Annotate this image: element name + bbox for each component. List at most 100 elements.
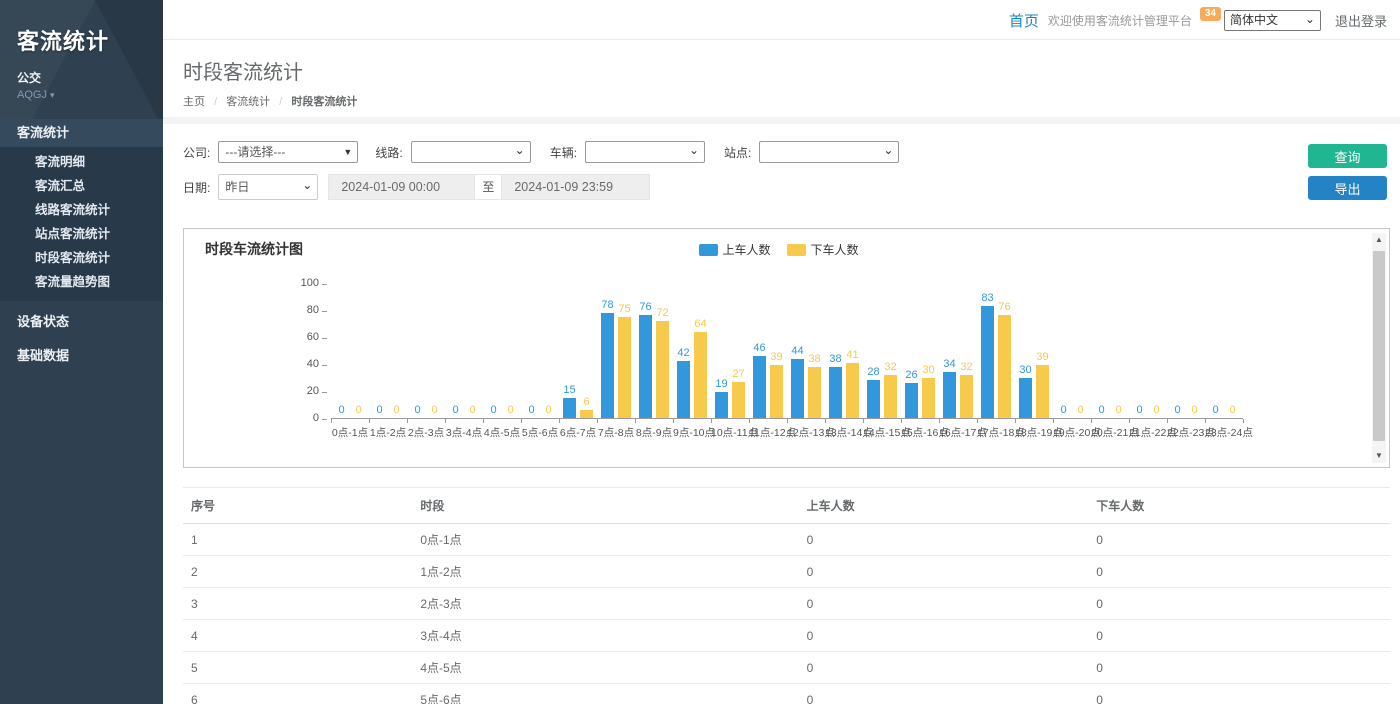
table-row: 21点-2点00 [183,556,1390,588]
home-link[interactable]: 首页 [1009,10,1039,31]
sidebar-section-passenger-stats[interactable]: 客流统计 [0,119,163,147]
date-preset-select[interactable]: 昨日 [218,174,318,200]
date-label: 日期: [183,179,210,196]
y-axis-tick-mark [322,365,327,366]
bar-wrap: 0 [352,284,365,418]
bar-value-label: 38 [808,353,820,365]
bar-value-label: 19 [715,378,727,390]
y-axis-tick-label: 0 [291,412,319,424]
sidebar-item-device-status[interactable]: 设备状态 [0,309,163,335]
y-axis-tick-label: 60 [291,331,319,343]
org-name: 公交 [17,69,146,86]
chart-category-15: 263015点-16点 [901,284,939,418]
line-select[interactable] [411,141,531,163]
station-select[interactable] [759,141,899,163]
sidebar-subitem-3[interactable]: 站点客流统计 [0,222,163,246]
chart-category-17: 837617点-18点 [977,284,1015,418]
logout-link[interactable]: 退出登录 [1335,11,1387,30]
x-axis-category-label: 6点-7点 [559,425,597,440]
bar-group: 44 38 [787,284,825,418]
app-title: 客流统计 [17,24,146,56]
bar [960,375,973,418]
scroll-down-arrow-icon[interactable]: ▼ [1372,449,1386,463]
bar-value-label: 0 [1174,404,1180,416]
bar-value-label: 0 [355,404,361,416]
y-axis-tick-label: 100 [291,277,319,289]
bar [981,306,994,418]
bar-wrap: 32 [960,284,973,418]
scrollbar-thumb[interactable] [1373,251,1385,441]
chart-scrollbar[interactable]: ▲ ▼ [1372,233,1386,463]
x-axis-category-label: 4点-5点 [483,425,521,440]
vehicle-label: 车辆: [550,144,577,161]
bar-wrap: 39 [770,284,783,418]
bar-value-label: 38 [829,353,841,365]
sidebar-subitem-4[interactable]: 时段客流统计 [0,246,163,270]
table-cell: 0 [799,652,1089,684]
bar-value-label: 30 [922,364,934,376]
chart-category-10: 192710点-11点 [711,284,749,418]
bar [791,359,804,418]
bar-group: 00 [1129,284,1167,418]
chart-category-1: 001点-2点 [369,284,407,418]
date-to-input[interactable] [501,174,650,200]
bar-group: 00 [445,284,483,418]
action-buttons: 查询 导出 [1308,144,1387,200]
table-row: 54点-5点00 [183,652,1390,684]
company-select[interactable]: ---请选择--- [218,141,358,163]
bar-wrap: 0 [1095,284,1108,418]
bar-wrap: 0 [1188,284,1201,418]
date-from-input[interactable] [328,174,475,200]
query-button[interactable]: 查询 [1308,144,1387,168]
sidebar-subitem-2[interactable]: 线路客流统计 [0,198,163,222]
scroll-up-arrow-icon[interactable]: ▲ [1372,233,1386,247]
bar-value-label: 32 [884,361,896,373]
bar-wrap: 76 [998,284,1011,418]
breadcrumb-passenger-stats[interactable]: 客流统计 [226,96,270,108]
export-button[interactable]: 导出 [1308,176,1387,200]
chevron-down-icon: ▾ [50,90,55,100]
bar-group: 76 72 [635,284,673,418]
table-cell: 6 [183,684,412,704]
vehicle-select-wrap [585,141,705,163]
notification-badge[interactable]: 34 [1200,7,1221,21]
heading-divider [163,117,1400,124]
language-select-wrap: 简体中文 [1224,10,1321,31]
vehicle-select[interactable] [585,141,705,163]
sidebar-subitem-0[interactable]: 客流明细 [0,150,163,174]
breadcrumb-separator: / [279,96,282,108]
bar-wrap: 76 [639,284,652,418]
station-select-wrap [759,141,899,163]
table-row: 65点-6点00 [183,684,1390,704]
x-axis-category-label: 10点-11点 [711,425,749,440]
sidebar-subitem-5[interactable]: 客流量趋势图 [0,270,163,294]
sidebar-subitem-1[interactable]: 客流汇总 [0,174,163,198]
bar-value-label: 42 [677,347,689,359]
bar-value-label: 76 [639,301,651,313]
legend-item-1[interactable]: 下车人数 [787,241,859,258]
sidebar-item-base-data[interactable]: 基础数据 [0,343,163,369]
language-select[interactable]: 简体中文 [1224,10,1321,31]
bar [732,382,745,418]
breadcrumb-current: 时段客流统计 [291,96,357,108]
table-cell: 1 [183,524,412,556]
chart-category-20: 0020点-21点 [1091,284,1129,418]
bar-wrap: 75 [618,284,631,418]
bar-wrap: 0 [1150,284,1163,418]
bar-wrap: 46 [753,284,766,418]
bar [753,356,766,418]
bar-value-label: 6 [583,396,589,408]
bar-wrap: 27 [732,284,745,418]
chart-category-9: 42649点-10点 [673,284,711,418]
bar-wrap: 44 [791,284,804,418]
chart-category-3: 003点-4点 [445,284,483,418]
x-axis-category-label: 15点-16点 [901,425,939,440]
sidebar-nav: 客流统计 客流明细客流汇总线路客流统计站点客流统计时段客流统计客流量趋势图 设备… [0,119,163,369]
table-cell: 0 [1088,684,1390,704]
breadcrumb-home[interactable]: 主页 [183,96,205,108]
bar-value-label: 72 [656,307,668,319]
org-selector[interactable]: AQGJ ▾ [17,89,146,101]
legend-item-0[interactable]: 上车人数 [698,241,770,258]
table-row: 10点-1点00 [183,524,1390,556]
x-axis-category-label: 8点-9点 [635,425,673,440]
